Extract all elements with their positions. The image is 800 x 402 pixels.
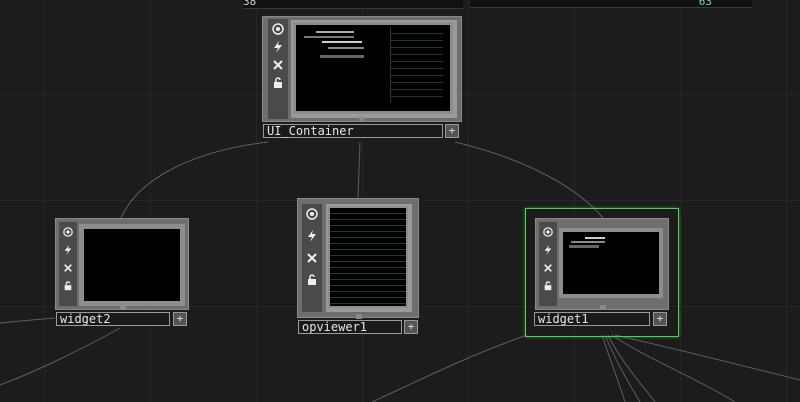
close-icon[interactable] [540,260,556,276]
node-body [262,16,462,122]
preview-slider [571,241,605,243]
preview-slider [304,36,354,38]
preview-slider [585,237,605,239]
wire-widget2-out [0,317,56,324]
node-plus-button[interactable]: + [173,312,187,326]
node-plus-button[interactable]: + [404,320,418,334]
bolt-icon[interactable] [304,228,320,244]
wire-widget1-out-a [371,334,528,402]
node-viewer[interactable] [79,224,185,306]
bolt-icon[interactable] [270,39,286,55]
node-widget2[interactable]: widget2 + [55,218,189,328]
node-connector [120,305,126,310]
node-connector [600,305,606,310]
node-widget1[interactable]: widget1 + [534,218,669,328]
node-ui-container[interactable]: UI_Container + [262,16,462,142]
wire-widget1-out-c [604,334,641,402]
target-icon[interactable] [304,206,320,222]
node-connector [356,314,362,319]
lock-icon[interactable] [60,278,76,294]
lock-icon[interactable] [270,75,286,91]
wire-container-opviewer1 [357,141,361,199]
close-icon[interactable] [60,260,76,276]
node-label[interactable]: widget1 [534,312,650,326]
node-body [297,198,419,319]
node-icon-strip [268,19,288,119]
node-icon-strip [539,222,557,306]
node-plus-button[interactable]: + [445,124,459,138]
node-opviewer1[interactable]: opviewer1 + [297,198,419,338]
node-viewer[interactable] [559,228,663,298]
preview-slider [316,31,354,33]
bolt-icon[interactable] [540,242,556,258]
wire-widget2-out2 [0,327,121,386]
wire-container-widget2 [120,141,269,219]
target-icon[interactable] [270,21,286,37]
wire-container-widget1 [454,141,604,219]
wire-widget1-out-e [611,334,736,402]
node-viewer[interactable] [328,206,408,308]
node-viewer[interactable] [293,22,453,114]
node-body [535,218,669,310]
close-icon[interactable] [304,250,320,266]
wire-widget1-out-d [607,334,656,402]
bolt-icon[interactable] [60,242,76,258]
node-label[interactable]: UI_Container [263,124,443,138]
target-icon[interactable] [60,224,76,240]
close-icon[interactable] [270,57,286,73]
preview-slider [322,41,362,43]
preview-slider [328,47,364,49]
node-label[interactable]: widget2 [56,312,170,326]
wire-widget1-out-f [614,334,800,381]
node-body [55,218,189,310]
node-connector [359,117,365,122]
lock-icon[interactable] [540,278,556,294]
preview-slider [320,55,364,58]
preview-slider [569,245,599,248]
node-plus-button[interactable]: + [653,312,667,326]
lock-icon[interactable] [304,272,320,288]
node-label[interactable]: opviewer1 [298,320,402,334]
node-icon-strip [302,204,322,312]
preview-table [390,27,443,103]
target-icon[interactable] [540,224,556,240]
node-icon-strip [59,222,77,306]
